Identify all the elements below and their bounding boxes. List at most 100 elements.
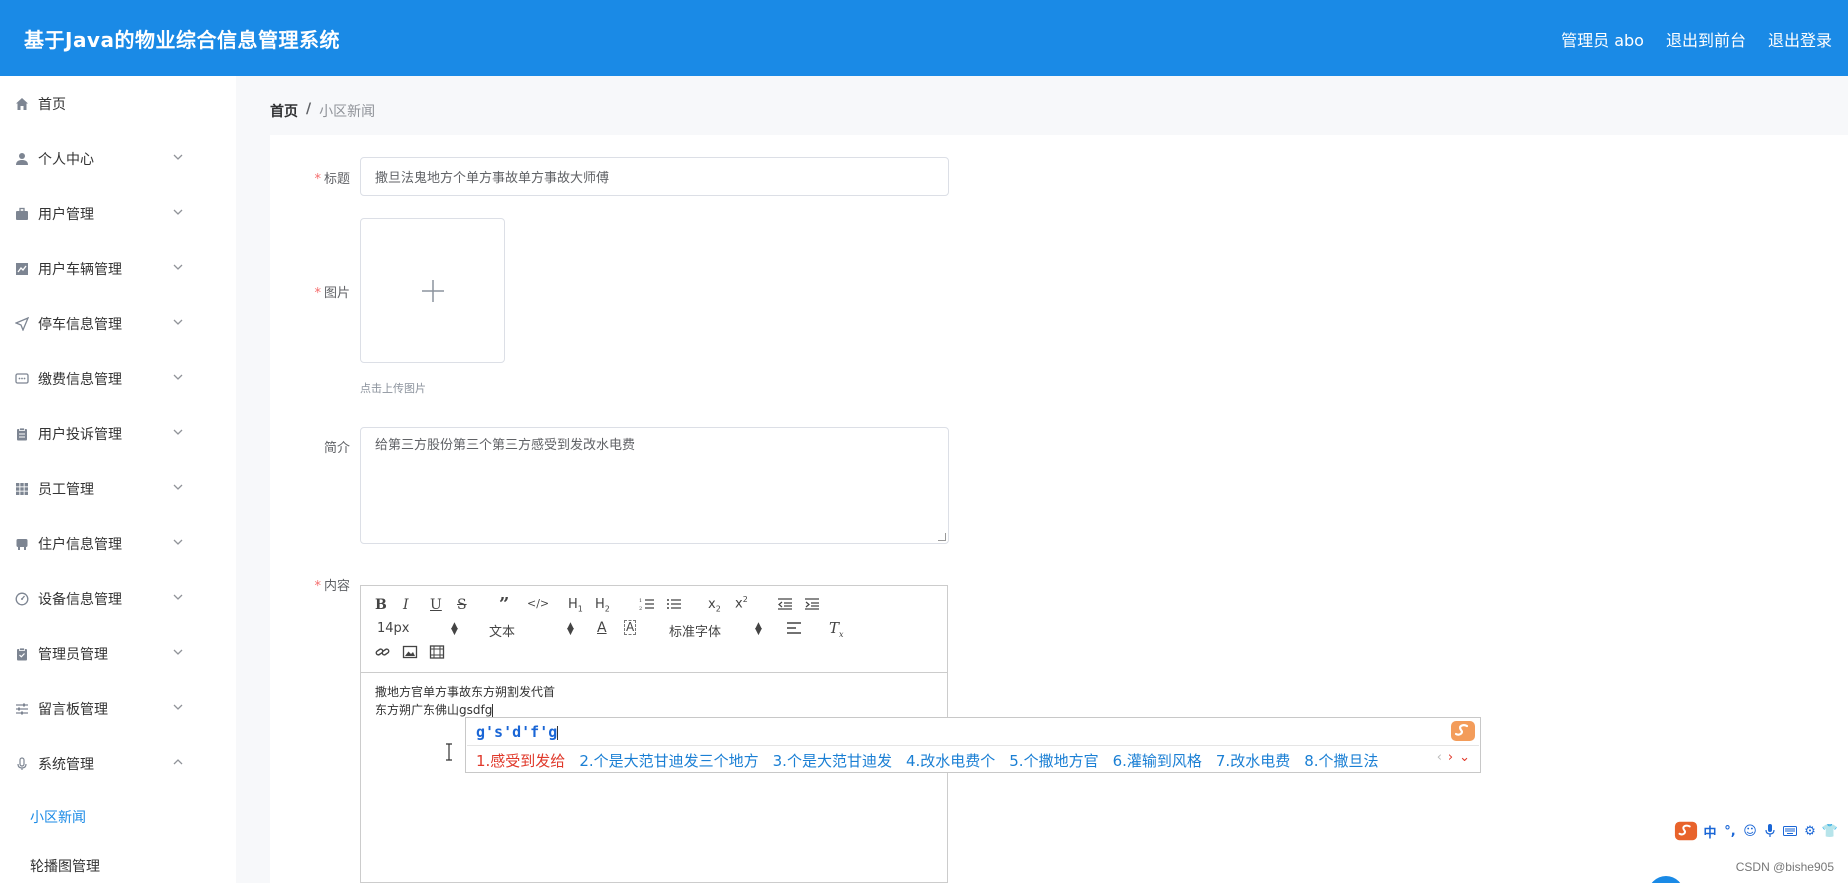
expand-icon[interactable]: ⌄ <box>1459 750 1470 765</box>
content-label: * 内容 <box>314 579 350 594</box>
ime-candidate[interactable]: 2.个是大范甘迪发三个地方 <box>579 750 758 771</box>
sidebar-item-label: 停车信息管理 <box>38 316 122 333</box>
image-button[interactable] <box>402 645 418 663</box>
sidebar-item-payments[interactable]: 缴费信息管理 <box>0 351 236 406</box>
ime-candidate[interactable]: 1.感受到发给 <box>476 750 565 771</box>
skin-icon[interactable]: 👕 <box>1822 823 1838 839</box>
keyboard-icon[interactable] <box>1782 823 1798 839</box>
align-button[interactable] <box>786 621 802 639</box>
superscript-button[interactable]: x2 <box>735 595 748 611</box>
chevron-down-icon <box>173 429 183 435</box>
next-page-icon[interactable]: › <box>1448 750 1453 765</box>
sidebar-item-residents[interactable]: 住户信息管理 <box>0 516 236 571</box>
microphone-icon[interactable] <box>1762 823 1778 839</box>
gauge-icon <box>14 591 30 607</box>
indent-button[interactable] <box>804 597 820 615</box>
intro-textarea[interactable]: 给第三方股份第三个第三方感受到发改水电费 <box>360 427 949 544</box>
sidebar-item-devices[interactable]: 设备信息管理 <box>0 571 236 626</box>
outdent-button[interactable] <box>777 597 793 615</box>
video-button[interactable] <box>429 645 445 663</box>
sogou-logo-icon <box>1451 721 1475 741</box>
chevron-down-icon <box>173 704 183 710</box>
sidebar-item-system[interactable]: 系统管理 <box>0 736 236 791</box>
font-family-select[interactable]: 标准字体 ▲ ▼ <box>669 621 763 641</box>
plus-icon <box>421 279 444 302</box>
chat-icon <box>14 371 30 387</box>
ime-lang-toggle[interactable]: 中 <box>1702 823 1718 841</box>
sidebar-subitem-news[interactable]: 小区新闻 <box>30 807 86 827</box>
underline-button[interactable]: U <box>430 597 442 613</box>
title-label: * 标题 <box>314 172 350 187</box>
blockquote-button[interactable]: ” <box>499 594 509 615</box>
sidebar-item-messages[interactable]: 留言板管理 <box>0 681 236 736</box>
strike-button[interactable]: S <box>457 597 467 613</box>
clear-format-button[interactable]: Tx <box>829 619 844 639</box>
font-size-select[interactable]: 14px ▲ ▼ <box>377 621 458 637</box>
user-icon <box>14 151 30 167</box>
clipboard-check-icon <box>14 646 30 662</box>
sidebar-item-parking[interactable]: 停车信息管理 <box>0 296 236 351</box>
code-block-button[interactable]: </> <box>527 597 549 610</box>
exit-front-link[interactable]: 退出到前台 <box>1666 27 1746 51</box>
chevron-down-icon <box>173 209 183 215</box>
ime-candidate[interactable]: 3.个是大范甘迪发 <box>773 750 892 771</box>
punctuation-icon[interactable]: °, <box>1722 823 1738 839</box>
image-icon <box>402 645 418 659</box>
location-arrow-icon <box>14 316 30 332</box>
sidebar-item-label: 设备信息管理 <box>38 591 122 608</box>
admin-label[interactable]: 管理员 abo <box>1561 27 1644 51</box>
select-arrows-icon: ▲ ▼ <box>451 621 458 637</box>
sidebar-item-admins[interactable]: 管理员管理 <box>0 626 236 681</box>
text-type-select[interactable]: 文本 ▲ ▼ <box>489 621 574 641</box>
ime-candidate[interactable]: 8.个撒旦法 <box>1304 750 1378 771</box>
chevron-down-icon <box>173 539 183 545</box>
title-input[interactable]: 撒旦法鬼地方个单方事故单方事故大师傅 <box>360 157 949 196</box>
sidebar-item-users[interactable]: 用户管理 <box>0 186 236 241</box>
editor-content[interactable]: 撒地方官单方事故东方朔割发代首 东方朔广东佛山gsdfg <box>375 683 555 719</box>
sidebar: 首页 个人中心 用户管理 用户车辆管理 停车信息管理 缴费信息管理 用户投诉管理… <box>0 76 236 883</box>
sidebar-subitem-carousel[interactable]: 轮播图管理 <box>30 856 100 876</box>
ime-candidate[interactable]: 4.改水电费个 <box>906 750 995 771</box>
sidebar-item-vehicles[interactable]: 用户车辆管理 <box>0 241 236 296</box>
ime-candidate[interactable]: 7.改水电费 <box>1216 750 1290 771</box>
background-color-button[interactable]: A <box>624 620 637 635</box>
h2-button[interactable]: H2 <box>595 597 610 614</box>
sidebar-item-label: 管理员管理 <box>38 646 108 663</box>
video-icon <box>429 645 445 659</box>
sidebar-item-staff[interactable]: 员工管理 <box>0 461 236 516</box>
image-uploader[interactable] <box>360 218 505 363</box>
intro-label: 简介 <box>323 441 350 456</box>
required-mark: * <box>314 579 321 594</box>
home-icon <box>14 96 30 112</box>
logout-link[interactable]: 退出登录 <box>1768 27 1832 51</box>
app-title: 基于Java的物业综合信息管理系统 <box>24 28 340 52</box>
resize-handle[interactable] <box>938 533 946 541</box>
h1-button[interactable]: H1 <box>568 597 583 614</box>
sidebar-item-complaints[interactable]: 用户投诉管理 <box>0 406 236 461</box>
bullet-list-button[interactable] <box>666 597 682 615</box>
breadcrumb-home[interactable]: 首页 <box>270 101 298 121</box>
sidebar-item-home[interactable]: 首页 <box>0 76 236 131</box>
link-button[interactable] <box>375 645 391 663</box>
sidebar-item-label: 留言板管理 <box>38 701 108 718</box>
chevron-down-icon <box>173 154 183 160</box>
sidebar-item-label: 用户车辆管理 <box>38 261 122 278</box>
sidebar-item-label: 住户信息管理 <box>38 536 122 553</box>
tools-icon[interactable]: ⚙ <box>1802 823 1818 839</box>
subscript-button[interactable]: x2 <box>708 597 721 614</box>
bold-button[interactable]: B <box>375 597 387 613</box>
font-color-button[interactable]: A <box>597 620 607 636</box>
outdent-icon <box>778 598 792 610</box>
prev-page-icon[interactable]: ‹ <box>1437 750 1442 765</box>
ime-candidate[interactable]: 5.个撒地方官 <box>1009 750 1098 771</box>
chart-icon <box>14 261 30 277</box>
ordered-list-button[interactable]: 12 <box>639 597 655 615</box>
ime-divider <box>467 745 1479 746</box>
sidebar-item-personal[interactable]: 个人中心 <box>0 131 236 186</box>
font-size-value: 14px <box>377 621 410 636</box>
italic-button[interactable]: I <box>403 597 409 613</box>
sidebar-item-label: 员工管理 <box>38 481 94 498</box>
emoji-icon[interactable]: ☺ <box>1742 823 1758 839</box>
ime-candidate[interactable]: 6.灌输到风格 <box>1113 750 1202 771</box>
required-mark: * <box>314 172 321 187</box>
